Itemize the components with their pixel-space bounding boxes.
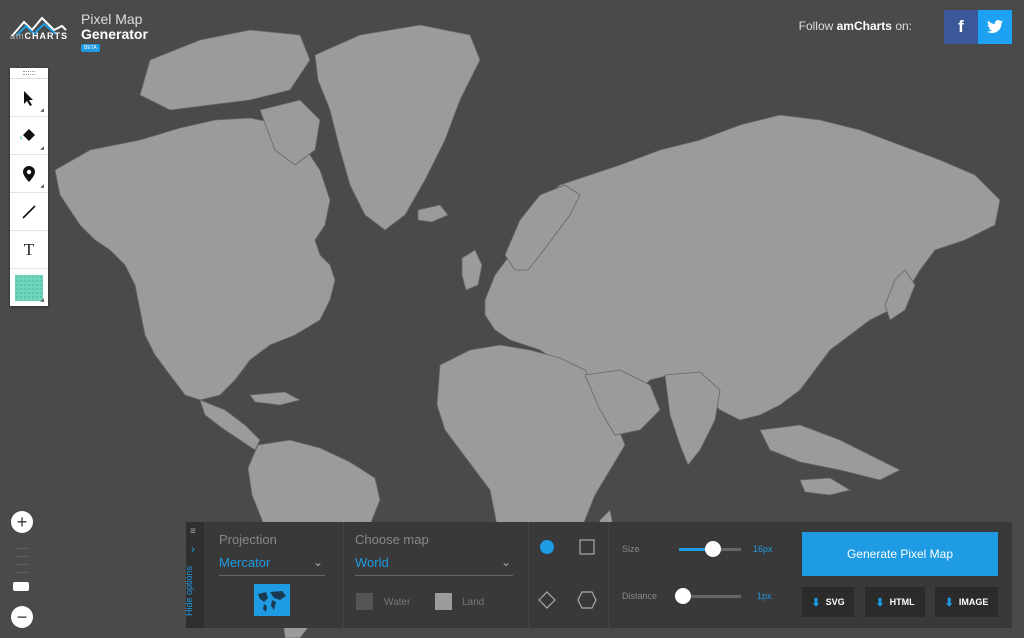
- shape-hexagon-option[interactable]: [568, 575, 606, 625]
- water-label: Water: [384, 597, 411, 608]
- chevron-down-icon: ⌄: [312, 555, 323, 569]
- download-icon: ⬇: [944, 596, 954, 609]
- zoom-slider-handle[interactable]: [13, 582, 29, 591]
- options-panel: ≡ › Hide options Projection Mercator ⌄ C…: [184, 522, 1012, 628]
- zoom-tick: [17, 548, 27, 549]
- projection-select[interactable]: Mercator ⌄: [219, 555, 325, 576]
- menu-icon: ≡: [190, 526, 196, 537]
- distance-label: Distance: [622, 591, 658, 601]
- twitter-button[interactable]: [978, 10, 1012, 44]
- land-color-checkbox[interactable]: [435, 593, 452, 610]
- logo-prefix: am: [10, 31, 25, 41]
- logo-brand: CHARTS: [24, 31, 69, 41]
- paint-bucket-icon: [20, 128, 35, 141]
- download-html-button[interactable]: ⬇ HTML: [865, 587, 925, 617]
- download-icon: ⬇: [811, 596, 821, 609]
- size-value: 16px: [753, 544, 773, 554]
- water-color-checkbox[interactable]: [356, 593, 373, 610]
- zoom-tick: [17, 564, 27, 565]
- caribbean-islands[interactable]: [249, 391, 302, 406]
- central-america[interactable]: [199, 399, 261, 451]
- generate-pixel-map-button[interactable]: Generate Pixel Map: [802, 532, 998, 576]
- projection-preview-icon: [254, 584, 290, 616]
- facebook-icon: f: [958, 17, 964, 36]
- toolbox: T: [10, 68, 48, 306]
- beta-badge: BETA: [81, 44, 100, 52]
- tool-corner-icon: [40, 298, 44, 302]
- greenland[interactable]: [314, 24, 481, 231]
- hexagon-shape-icon: [577, 591, 597, 609]
- projection-label: Projection: [219, 532, 277, 547]
- panel-divider: [608, 522, 609, 628]
- tool-corner-icon: [40, 108, 44, 112]
- download-image-button[interactable]: ⬇ IMAGE: [935, 587, 998, 617]
- circle-shape-icon: [540, 540, 554, 554]
- fill-tool[interactable]: [10, 117, 48, 155]
- map-value: World: [355, 555, 389, 570]
- download-image-label: IMAGE: [958, 597, 989, 607]
- download-icon: ⬇: [875, 596, 885, 609]
- zoom-tick: [17, 556, 27, 557]
- shape-square-option[interactable]: [568, 522, 606, 572]
- select-tool[interactable]: [10, 79, 48, 117]
- diamond-shape-icon: [538, 591, 556, 609]
- follow-text: Follow amCharts on:: [799, 19, 912, 33]
- chevron-down-icon: ⌄: [500, 555, 511, 569]
- app-title-line1: Pixel Map: [81, 11, 143, 27]
- facebook-button[interactable]: f: [944, 10, 978, 44]
- indian-subcontinent[interactable]: [664, 371, 721, 466]
- app-title-line2: Generator: [81, 26, 148, 42]
- tool-corner-icon: [40, 184, 44, 188]
- twitter-icon: [987, 20, 1003, 33]
- color-swatch: [15, 274, 43, 301]
- color-tool[interactable]: [10, 269, 48, 306]
- toolbox-drag-handle[interactable]: [10, 68, 48, 79]
- square-shape-icon: [579, 539, 595, 555]
- indonesia-islands[interactable]: [799, 477, 852, 496]
- text-tool[interactable]: T: [10, 231, 48, 269]
- distance-slider-knob[interactable]: [675, 588, 691, 604]
- arctic-islands[interactable]: [139, 29, 311, 111]
- panel-divider: [343, 522, 344, 628]
- follow-brand: amCharts: [836, 19, 892, 33]
- distance-slider-track[interactable]: [683, 595, 741, 598]
- follow-suffix: on:: [891, 19, 912, 33]
- chevron-right-icon: ›: [191, 542, 195, 556]
- zoom-in-button[interactable]: +: [11, 511, 33, 533]
- shape-diamond-option[interactable]: [528, 575, 566, 625]
- grip-icon: [23, 71, 35, 75]
- shape-circle-option[interactable]: [528, 522, 566, 572]
- download-svg-button[interactable]: ⬇ SVG: [802, 587, 854, 617]
- app-title: Pixel Map Generator: [81, 12, 148, 42]
- land-label: Land: [462, 597, 485, 608]
- zoom-out-button[interactable]: −: [11, 606, 33, 628]
- hide-options-toggle[interactable]: ≡ › Hide options: [184, 522, 204, 628]
- map-select[interactable]: World ⌄: [355, 555, 513, 576]
- size-label: Size: [622, 544, 640, 554]
- size-slider-knob[interactable]: [705, 541, 722, 557]
- zoom-tick: [17, 572, 27, 573]
- projection-value: Mercator: [219, 555, 271, 570]
- line-icon: [22, 204, 36, 219]
- distance-value: 1px: [757, 591, 772, 601]
- follow-prefix: Follow: [798, 19, 837, 33]
- choose-map-label: Choose map: [355, 532, 429, 547]
- download-html-label: HTML: [889, 597, 915, 607]
- map-pin-icon: [23, 165, 35, 182]
- tool-corner-icon: [40, 146, 44, 150]
- iceland[interactable]: [417, 204, 449, 223]
- southeast-asia-islands[interactable]: [759, 424, 901, 481]
- amcharts-logo-text: amCHARTS: [10, 31, 68, 41]
- cursor-arrow-icon: [24, 90, 33, 106]
- hide-options-label: Hide options: [184, 565, 195, 617]
- text-tool-glyph: T: [23, 239, 35, 259]
- united-kingdom[interactable]: [461, 249, 483, 291]
- download-svg-label: SVG: [825, 597, 845, 607]
- marker-tool[interactable]: [10, 155, 48, 193]
- line-tool[interactable]: [10, 193, 48, 231]
